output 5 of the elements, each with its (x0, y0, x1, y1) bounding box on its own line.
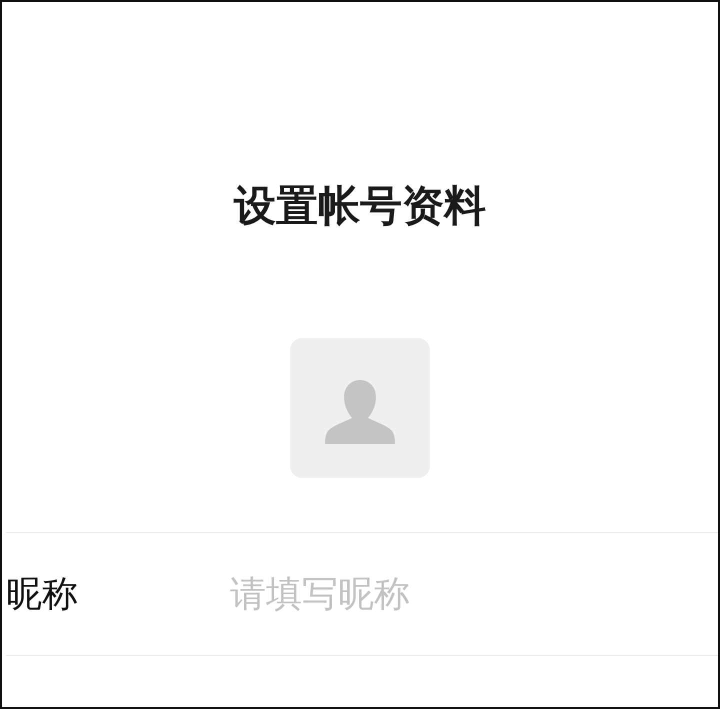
avatar-button[interactable] (290, 338, 430, 478)
person-silhouette-icon (325, 380, 395, 444)
page-title: 设置帐号资料 (232, 180, 487, 232)
nickname-label: 昵称 (6, 572, 79, 616)
nickname-field[interactable]: 请填写昵称 (230, 574, 718, 614)
